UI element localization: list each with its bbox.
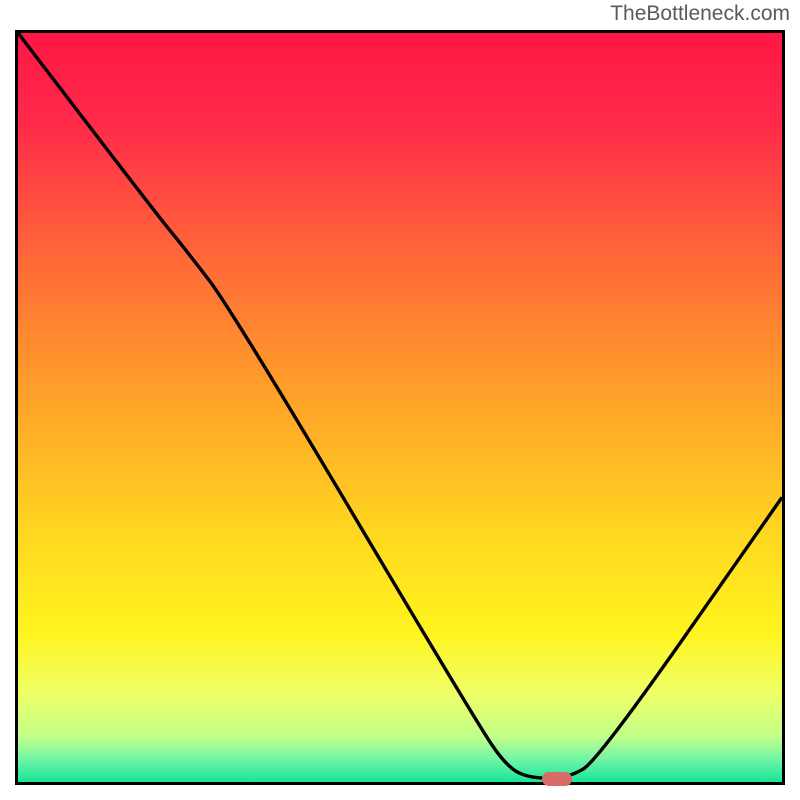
optimal-marker xyxy=(542,772,572,786)
watermark-text: TheBottleneck.com xyxy=(610,2,790,26)
bottleneck-curve xyxy=(18,33,782,782)
chart-area xyxy=(15,30,785,785)
